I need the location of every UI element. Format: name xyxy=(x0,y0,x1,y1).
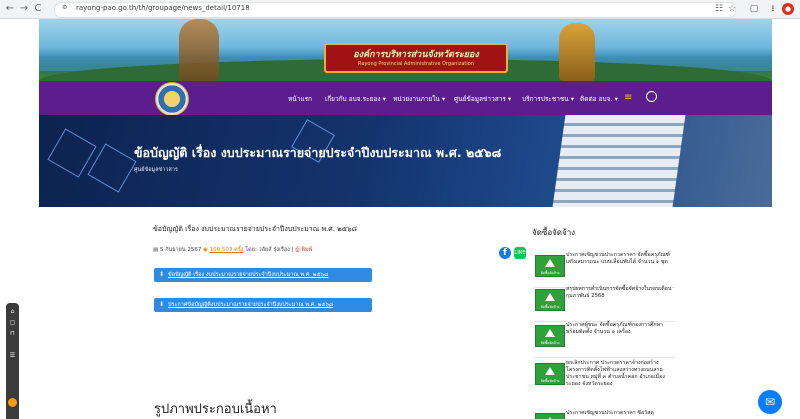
home-icon[interactable]: ⌂ xyxy=(8,307,17,316)
site-title-thai: องค์การบริหารส่วนจังหวัดระยอง xyxy=(353,50,479,60)
site-title-english: Rayong Provincial Administrative Organiz… xyxy=(358,61,474,67)
menu-icon[interactable]: ≡ xyxy=(624,92,632,103)
article-date: 5 กันยายน 2567 xyxy=(159,247,202,253)
eye-icon: ◉ xyxy=(203,247,208,253)
profile-avatar[interactable]: ● xyxy=(782,3,794,15)
site-logo[interactable] xyxy=(155,82,189,116)
procurement-thumbnail: จัดซื้อจัดจ้าง xyxy=(535,255,565,277)
download-button-announcement[interactable]: ⬇ ประกาศข้อบัญญัติงบประมาณรายจ่ายประจำปี… xyxy=(154,298,372,312)
procurement-item[interactable]: จัดซื้อจัดจ้าง สรุปผลการดำเนินการจัดซื้อ… xyxy=(535,286,775,322)
procurement-item[interactable]: จัดซื้อจัดจ้าง ยกเลิกประกาศ ประกวดราคาจ้… xyxy=(535,360,775,404)
procurement-thumbnail: จัดซื้อจัดจ้าง xyxy=(535,363,565,385)
facebook-share-icon[interactable]: f xyxy=(499,247,511,259)
forward-icon[interactable]: → xyxy=(18,3,30,15)
article-author: โดย: วลัยส์ รุ่งเรือง xyxy=(245,247,290,253)
article-title: ข้อบัญญัติ เรื่อง งบประมาณรายจ่ายประจำปี… xyxy=(153,225,357,233)
url-text[interactable]: rayong-pao.go.th/th/groupage/news_detail… xyxy=(76,4,250,12)
statue-right-image xyxy=(559,23,595,81)
hexagon-decoration xyxy=(87,143,137,193)
download-label[interactable]: ข้อบัญญัติ เรื่อง งบประมาณรายจ่ายประจำปี… xyxy=(168,271,328,279)
print-link[interactable]: พิมพ์ xyxy=(301,247,312,253)
hero-breadcrumb[interactable]: ศูนย์ข้อมูลข่าวสาร xyxy=(134,166,178,174)
contrast-icon[interactable] xyxy=(8,398,17,407)
bookmark-star-icon[interactable]: ☆ xyxy=(726,3,738,15)
download-label[interactable]: ประกาศข้อบัญญัติงบประมาณรายจ่ายประจำปีงบ… xyxy=(168,301,333,309)
procurement-item-text[interactable]: ประกาศผู้ชนะ จัดซื้อครุภัณฑ์กองการศึกษา … xyxy=(566,322,674,336)
nav-public-services[interactable]: บริการประชาชน ▾ xyxy=(522,94,574,104)
site-banner: องค์การบริหารส่วนจังหวัดระยอง Rayong Pro… xyxy=(39,19,772,81)
back-icon[interactable]: ← xyxy=(4,3,16,15)
procurement-thumbnail: จัดซื้อจัดจ้าง xyxy=(535,325,565,347)
translate-icon[interactable]: ☷ xyxy=(713,3,725,15)
procurement-item-text[interactable]: ประกาศเชิญชวนประกวดราคา ซื้อวัสดุ xyxy=(566,410,674,417)
nav-about[interactable]: เกี่ยวกับ อบจ.ระยอง ▾ xyxy=(325,94,386,104)
article-meta: ▤ 5 กันยายน 2567 ◉ 100,503 ครั้ง โดย: วล… xyxy=(153,247,313,253)
procurement-item[interactable]: จัดซื้อจัดจ้าง ประกาศเชิญชวนประกวดราคา จ… xyxy=(535,252,775,288)
divider xyxy=(535,357,675,358)
procurement-thumbnail: จัดซื้อจัดจ้าง xyxy=(535,289,565,311)
calendar-icon: ▤ xyxy=(153,247,159,253)
line-share-icon[interactable]: LINE xyxy=(514,247,526,259)
building-image xyxy=(552,115,686,207)
download-icon: ⬇ xyxy=(159,271,165,278)
download-icon: ⬇ xyxy=(159,301,165,308)
nav-departments[interactable]: หน่วยงานภายใน ▾ xyxy=(393,94,445,104)
site-title-plate: องค์การบริหารส่วนจังหวัดระยอง Rayong Pro… xyxy=(324,43,508,73)
user-account-icon[interactable] xyxy=(646,91,657,102)
procurement-heading: จัดซื้อจัดจ้าง xyxy=(532,228,576,237)
procurement-item-text[interactable]: สรุปผลการดำเนินการจัดซื้อจัดจ้างในรอบเดื… xyxy=(566,286,674,300)
nav-information-center[interactable]: ศูนย์ข้อมูลข่าวสาร ▾ xyxy=(454,94,511,104)
download-button-ordinance[interactable]: ⬇ ข้อบัญญัติ เรื่อง งบประมาณรายจ่ายประจำ… xyxy=(154,268,372,282)
text-size-icon[interactable]: ⊓ xyxy=(8,329,17,338)
nav-contact[interactable]: ติดต่อ อบจ. ▾ xyxy=(580,94,618,104)
site-info-icon[interactable]: ⚙ xyxy=(62,4,70,12)
article-views: 100,503 ครั้ง xyxy=(209,247,244,253)
messenger-chat-icon[interactable]: ✉ xyxy=(758,390,782,414)
hero-title: ข้อบัญญัติ เรื่อง งบประมาณรายจ่ายประจำปี… xyxy=(134,145,502,160)
download-icon[interactable]: ⭳ xyxy=(767,3,779,15)
procurement-item[interactable]: ประกาศเชิญชวนประกวดราคา ซื้อวัสดุ xyxy=(535,410,775,419)
procurement-item-text[interactable]: ยกเลิกประกาศ ประกวดราคาจ้างก่อสร้างโครงก… xyxy=(566,360,674,388)
print-icon[interactable]: ⎙ xyxy=(295,247,299,253)
menu-list-icon[interactable]: ☰ xyxy=(8,351,17,360)
statue-left-image xyxy=(179,19,219,81)
reload-icon[interactable]: C xyxy=(32,3,44,15)
side-panel-icon[interactable]: ▢ xyxy=(748,3,760,15)
procurement-thumbnail xyxy=(535,413,565,419)
procurement-item-text[interactable]: ประกาศเชิญชวนประกวดราคา จัดซื้อครุภัณฑ์เ… xyxy=(566,252,674,266)
nav-home[interactable]: หน้าแรก xyxy=(288,94,312,104)
gallery-heading: รูปภาพประกอบเนื้อหา xyxy=(154,402,277,417)
procurement-item[interactable]: จัดซื้อจัดจ้าง ประกาศผู้ชนะ จัดซื้อครุภั… xyxy=(535,322,775,358)
window-icon[interactable]: ▢ xyxy=(8,318,17,327)
